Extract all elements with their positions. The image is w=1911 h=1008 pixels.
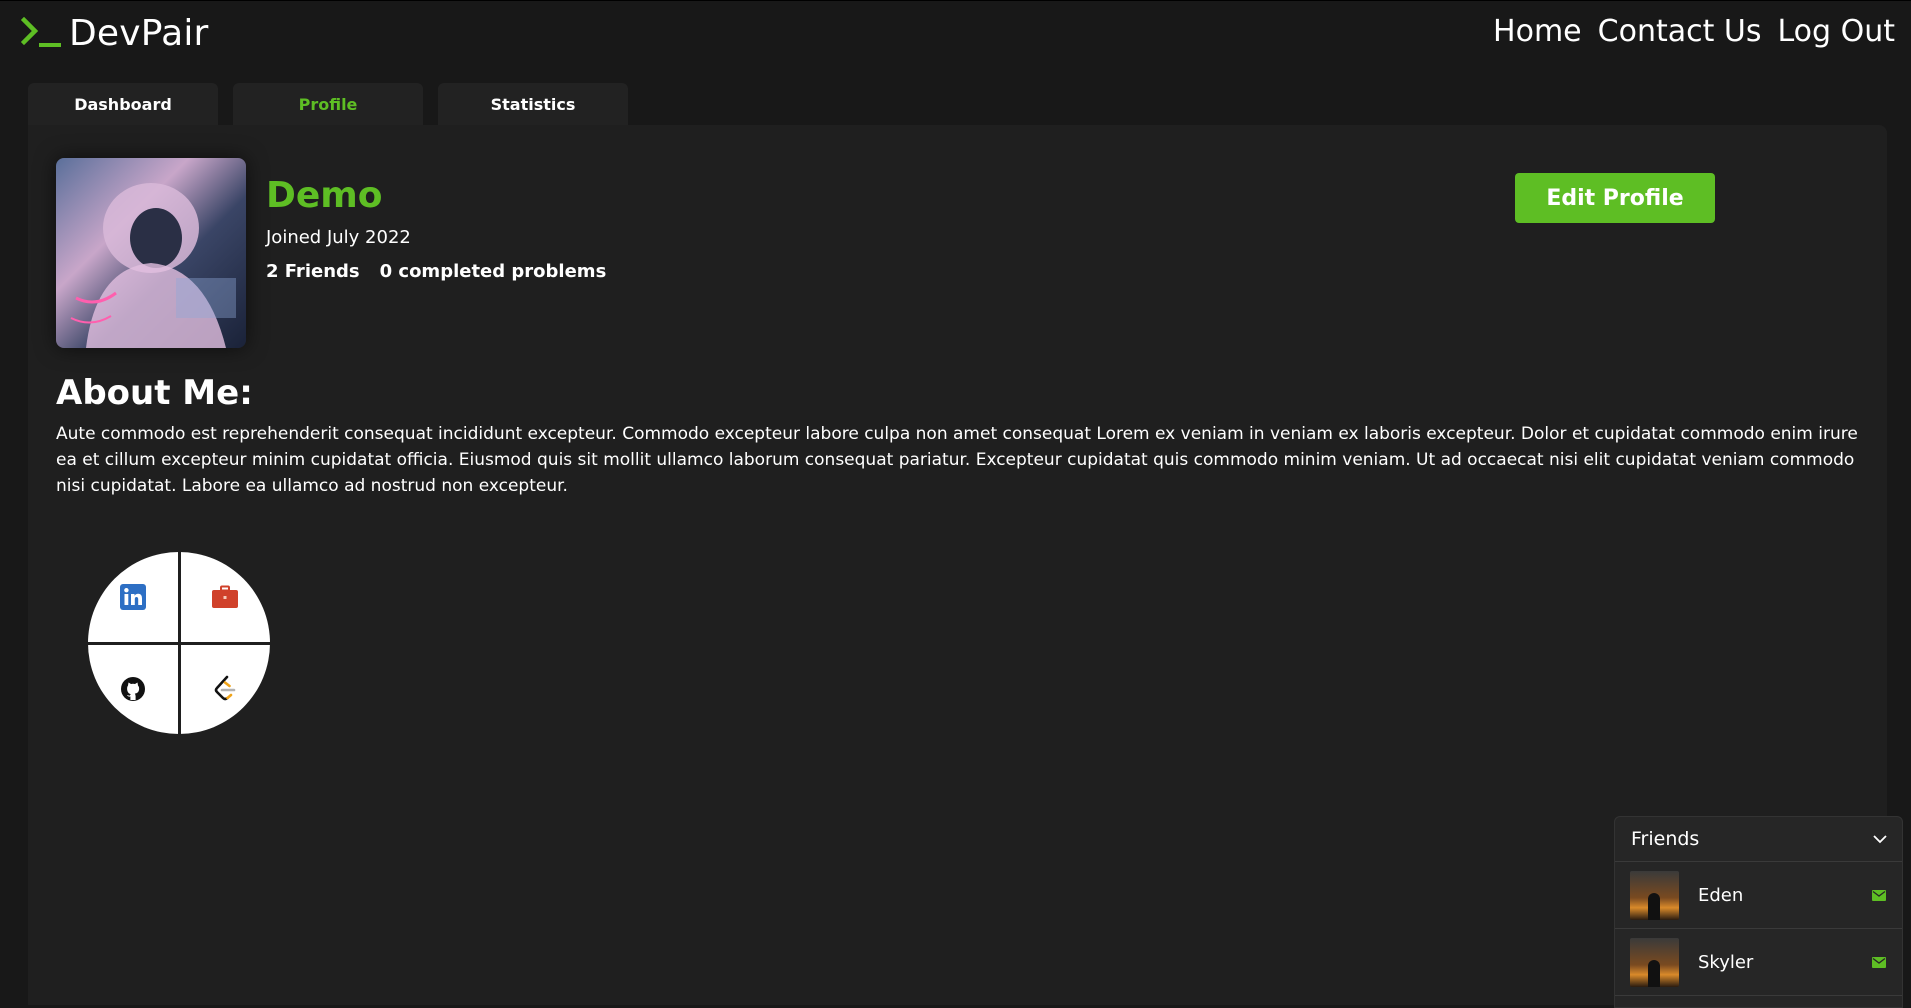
nav-log-out[interactable]: Log Out [1777, 12, 1895, 52]
profile-stats: 2 Friends 0 completed problems [266, 261, 606, 282]
envelope-icon [1872, 956, 1886, 968]
linkedin-icon [119, 583, 146, 610]
chevron-down-icon[interactable] [1872, 834, 1888, 844]
friend-name: Eden [1698, 884, 1744, 906]
social-links [88, 552, 270, 734]
logo[interactable]: DevPair [21, 12, 209, 54]
portfolio-link[interactable] [180, 552, 270, 642]
edit-profile-button[interactable]: Edit Profile [1515, 173, 1715, 223]
header: DevPair Home Contact Us Log Out [0, 0, 1911, 66]
github-link[interactable] [88, 644, 178, 734]
friend-row[interactable]: Eden [1615, 862, 1902, 929]
portfolio-icon [212, 585, 239, 608]
github-icon [120, 677, 145, 702]
nav-contact-us[interactable]: Contact Us [1598, 12, 1762, 52]
joined-date: Joined July 2022 [266, 227, 411, 248]
profile-panel: Demo Joined July 2022 2 Friends 0 comple… [28, 125, 1887, 1005]
friends-widget-header[interactable]: Friends [1615, 817, 1902, 862]
message-friend-button[interactable] [1872, 956, 1886, 968]
friend-avatar [1630, 870, 1679, 920]
tab-bar: Dashboard Profile Statistics [28, 83, 628, 125]
terminal-prompt-icon [21, 17, 61, 47]
about-text: Aute commodo est reprehenderit consequat… [56, 424, 1858, 496]
leetcode-link[interactable] [180, 644, 270, 734]
leetcode-icon [214, 675, 236, 701]
top-nav: Home Contact Us Log Out [1493, 12, 1895, 52]
envelope-icon [1872, 889, 1886, 901]
message-friend-button[interactable] [1872, 889, 1886, 901]
tab-profile[interactable]: Profile [233, 83, 423, 125]
friends-widget-title: Friends [1631, 828, 1700, 850]
tab-statistics[interactable]: Statistics [438, 83, 628, 125]
hooded-figure-image [70, 183, 236, 348]
friend-name: Skyler [1698, 951, 1754, 973]
about-title: About Me: [56, 373, 253, 413]
completed-problems-count: 0 completed problems [379, 261, 607, 282]
nav-home[interactable]: Home [1493, 12, 1582, 52]
friend-avatar [1630, 937, 1679, 987]
profile-name: Demo [266, 175, 383, 216]
profile-avatar [56, 158, 246, 348]
friends-widget: Friends Eden Skyler [1614, 816, 1903, 1008]
friend-row[interactable]: Skyler [1615, 929, 1902, 996]
logo-text: DevPair [69, 12, 209, 54]
tab-dashboard[interactable]: Dashboard [28, 83, 218, 125]
linkedin-link[interactable] [88, 552, 178, 642]
friends-count[interactable]: 2 Friends [266, 261, 360, 282]
